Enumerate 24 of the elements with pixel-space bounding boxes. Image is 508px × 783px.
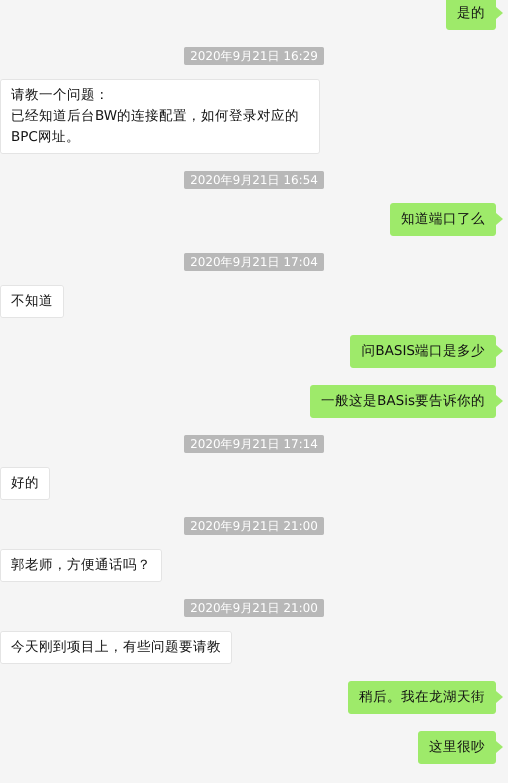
- timestamp: 2020年9月21日 16:29: [184, 47, 324, 65]
- bubble-tail: [496, 691, 503, 703]
- received-message: 今天刚到项目上，有些问题要请教: [0, 631, 232, 664]
- bubble-tail: [496, 395, 503, 407]
- received-message: 好的: [0, 467, 50, 500]
- timestamp: 2020年9月21日 21:00: [184, 517, 324, 535]
- timestamp: 2020年9月21日 16:54: [184, 171, 324, 189]
- bubble-tail: [496, 7, 503, 19]
- sent-message: 是的: [446, 0, 496, 30]
- bubble-tail: [496, 213, 503, 225]
- received-message: 郭老师，方便通话吗？: [0, 549, 162, 582]
- received-message: 不知道: [0, 285, 64, 318]
- timestamp: 2020年9月21日 17:14: [184, 435, 324, 453]
- timestamp: 2020年9月21日 21:00: [184, 599, 324, 617]
- sent-message: 知道端口了么: [390, 203, 496, 236]
- message-line: 请教一个问题：: [11, 86, 110, 105]
- message-line: 已经知道后台BW的连接配置，如何登录对应的BPC网址。: [11, 107, 300, 147]
- bubble-tail: [496, 741, 503, 753]
- sent-message: 问BASIS端口是多少: [350, 335, 496, 368]
- timestamp: 2020年9月21日 17:04: [184, 253, 324, 271]
- sent-message: 稍后。我在龙湖天街: [348, 681, 496, 714]
- sent-message: 这里很吵: [418, 731, 496, 764]
- bubble-tail: [496, 345, 503, 357]
- sent-message: 一般这是BASis要告诉你的: [310, 385, 496, 418]
